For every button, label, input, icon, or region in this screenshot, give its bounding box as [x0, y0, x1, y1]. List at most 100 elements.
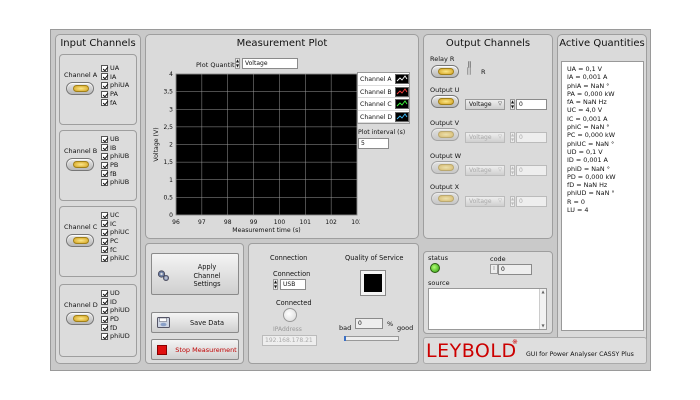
checkbox-checked-icon[interactable] [101, 170, 108, 178]
checkbox-checked-icon[interactable] [101, 220, 108, 228]
checkbox-checked-icon[interactable] [101, 315, 108, 323]
relay-switch-icon[interactable] [466, 61, 471, 75]
checkbox-checked-icon[interactable] [101, 152, 108, 160]
output-mode-dropdown[interactable]: Voltage ▽ [465, 196, 505, 207]
quantity-checkbox[interactable]: IA [101, 73, 129, 82]
quantity-checkbox[interactable]: ID [101, 298, 130, 307]
output-value-spinner[interactable]: ▲ ▼ [510, 196, 515, 207]
checkbox-checked-icon[interactable] [101, 332, 108, 340]
quantity-checkbox[interactable]: fA [101, 98, 129, 107]
active-quantity-line: UD = 0,1 V [567, 147, 603, 156]
quantity-checkbox[interactable]: fD [101, 323, 130, 332]
checkbox-checked-icon[interactable] [101, 246, 108, 254]
relay-button[interactable] [431, 65, 459, 78]
x-axis-label: Measurement time (s) [232, 227, 300, 234]
quantity-checkbox[interactable]: phiUC [101, 228, 129, 237]
quantity-checkbox[interactable]: UC [101, 211, 129, 220]
quantity-checkbox-label: UC [110, 211, 120, 220]
quantity-checkbox[interactable]: PB [101, 161, 129, 170]
active-quantity-line: ID = 0,001 A [567, 156, 608, 165]
active-quantity-line: UA = 0,1 V [567, 65, 603, 73]
code-type-icon: I [490, 264, 498, 274]
output-toggle-button[interactable] [431, 95, 459, 108]
channel-toggle-button[interactable] [66, 234, 94, 247]
checkbox-checked-icon[interactable] [101, 135, 108, 143]
active-quantity-line: phiD = NaN ° [567, 164, 610, 173]
output-value-spinner[interactable]: ▲ ▼ [510, 99, 515, 110]
checkbox-checked-icon[interactable] [101, 178, 108, 186]
output-mode-dropdown[interactable]: Voltage ▽ [465, 132, 505, 143]
checkbox-checked-icon[interactable] [101, 228, 108, 236]
output-value-field[interactable]: 0 [516, 196, 547, 207]
checkbox-checked-icon[interactable] [101, 237, 108, 245]
apply-settings-button[interactable]: Apply Channel Settings [151, 253, 239, 295]
output-value-field[interactable]: 0 [516, 99, 547, 110]
save-data-button[interactable]: Save Data [151, 312, 239, 333]
connection-spinner[interactable]: ▲ ▼ [273, 279, 278, 290]
quantity-checkbox-label: PA [110, 90, 118, 99]
channel-label: Channel B [64, 147, 98, 155]
output-value-field[interactable]: 0 [516, 132, 547, 143]
status-label: status [428, 254, 448, 262]
checkbox-checked-icon[interactable] [101, 289, 108, 297]
quantity-checkbox[interactable]: phiUB [101, 178, 129, 187]
quantity-checkbox[interactable]: IB [101, 144, 129, 153]
quantity-checkbox[interactable]: UD [101, 289, 130, 298]
checkbox-checked-icon[interactable] [101, 324, 108, 332]
checkbox-checked-icon[interactable] [101, 298, 108, 306]
quantity-checkbox[interactable]: phiUB [101, 152, 129, 161]
output-mode-dropdown[interactable]: Voltage ▽ [465, 165, 505, 176]
output-value-spinner[interactable]: ▲ ▼ [510, 165, 515, 176]
connection-field[interactable]: USB [280, 279, 306, 290]
active-quantity-line: fD = NaN Hz [567, 181, 608, 190]
y-tick-label: 2,5 [163, 124, 173, 131]
checkbox-checked-icon[interactable] [101, 211, 108, 219]
qos-good-label: good [397, 324, 414, 332]
checkbox-checked-icon[interactable] [101, 144, 108, 152]
quantity-checkbox[interactable]: UB [101, 135, 129, 144]
quantity-checkbox[interactable]: IC [101, 220, 129, 229]
quantity-checkbox[interactable]: phiUA [101, 81, 129, 90]
x-tick-label: 97 [198, 219, 206, 226]
channel-toggle-button[interactable] [66, 158, 94, 171]
channel-toggle-button[interactable] [66, 312, 94, 325]
source-scrollbar[interactable]: ▲ ▼ [539, 289, 546, 329]
quantity-checkbox[interactable]: PC [101, 237, 129, 246]
quantity-checkbox[interactable]: phiUC [101, 254, 129, 263]
quantity-checkbox[interactable]: UA [101, 64, 129, 73]
quantity-checkbox[interactable]: PD [101, 315, 130, 324]
output-toggle-button[interactable] [431, 161, 459, 174]
active-quantity-line: PD = 0,000 kW [567, 172, 616, 181]
plot-interval-field[interactable]: 5 [358, 138, 389, 149]
stop-measurement-button[interactable]: Stop Measurement [151, 339, 239, 360]
output-mode-dropdown[interactable]: Voltage ▽ [465, 99, 505, 110]
checkbox-checked-icon[interactable] [101, 90, 108, 98]
checkbox-checked-icon[interactable] [101, 161, 108, 169]
quantity-checkbox[interactable]: fC [101, 245, 129, 254]
quantity-checkbox[interactable]: phiUD [101, 306, 130, 315]
quantity-checkbox[interactable]: fB [101, 169, 129, 178]
checkbox-checked-icon[interactable] [101, 306, 108, 314]
quantity-checkbox-label: PD [110, 315, 119, 324]
ip-address-field[interactable]: 192.168.178.21 [262, 335, 317, 346]
checkbox-checked-icon[interactable] [101, 73, 108, 81]
quantity-checkbox[interactable]: phiUD [101, 332, 130, 341]
quantity-checklist: UD ID phiUD PD fD phiUD [101, 289, 130, 341]
qos-unit: % [387, 320, 394, 328]
checkbox-checked-icon[interactable] [101, 99, 108, 107]
output-channels-title: Output Channels [445, 38, 531, 49]
quantity-checkbox[interactable]: PA [101, 90, 129, 99]
output-toggle-button[interactable] [431, 192, 459, 205]
output-value-field[interactable]: 0 [516, 165, 547, 176]
active-quantity-line: PC = 0,000 kW [567, 131, 616, 140]
output-toggle-button[interactable] [431, 128, 459, 141]
quantity-checkbox-label: phiUD [110, 306, 130, 315]
x-tick-label: 96 [172, 219, 180, 226]
channel-toggle-button[interactable] [66, 82, 94, 95]
chevron-down-icon: ▽ [498, 198, 502, 204]
legend-swatch-icon [395, 111, 409, 122]
checkbox-checked-icon[interactable] [101, 64, 108, 72]
checkbox-checked-icon[interactable] [101, 81, 108, 89]
checkbox-checked-icon[interactable] [101, 254, 108, 262]
output-value-spinner[interactable]: ▲ ▼ [510, 132, 515, 143]
